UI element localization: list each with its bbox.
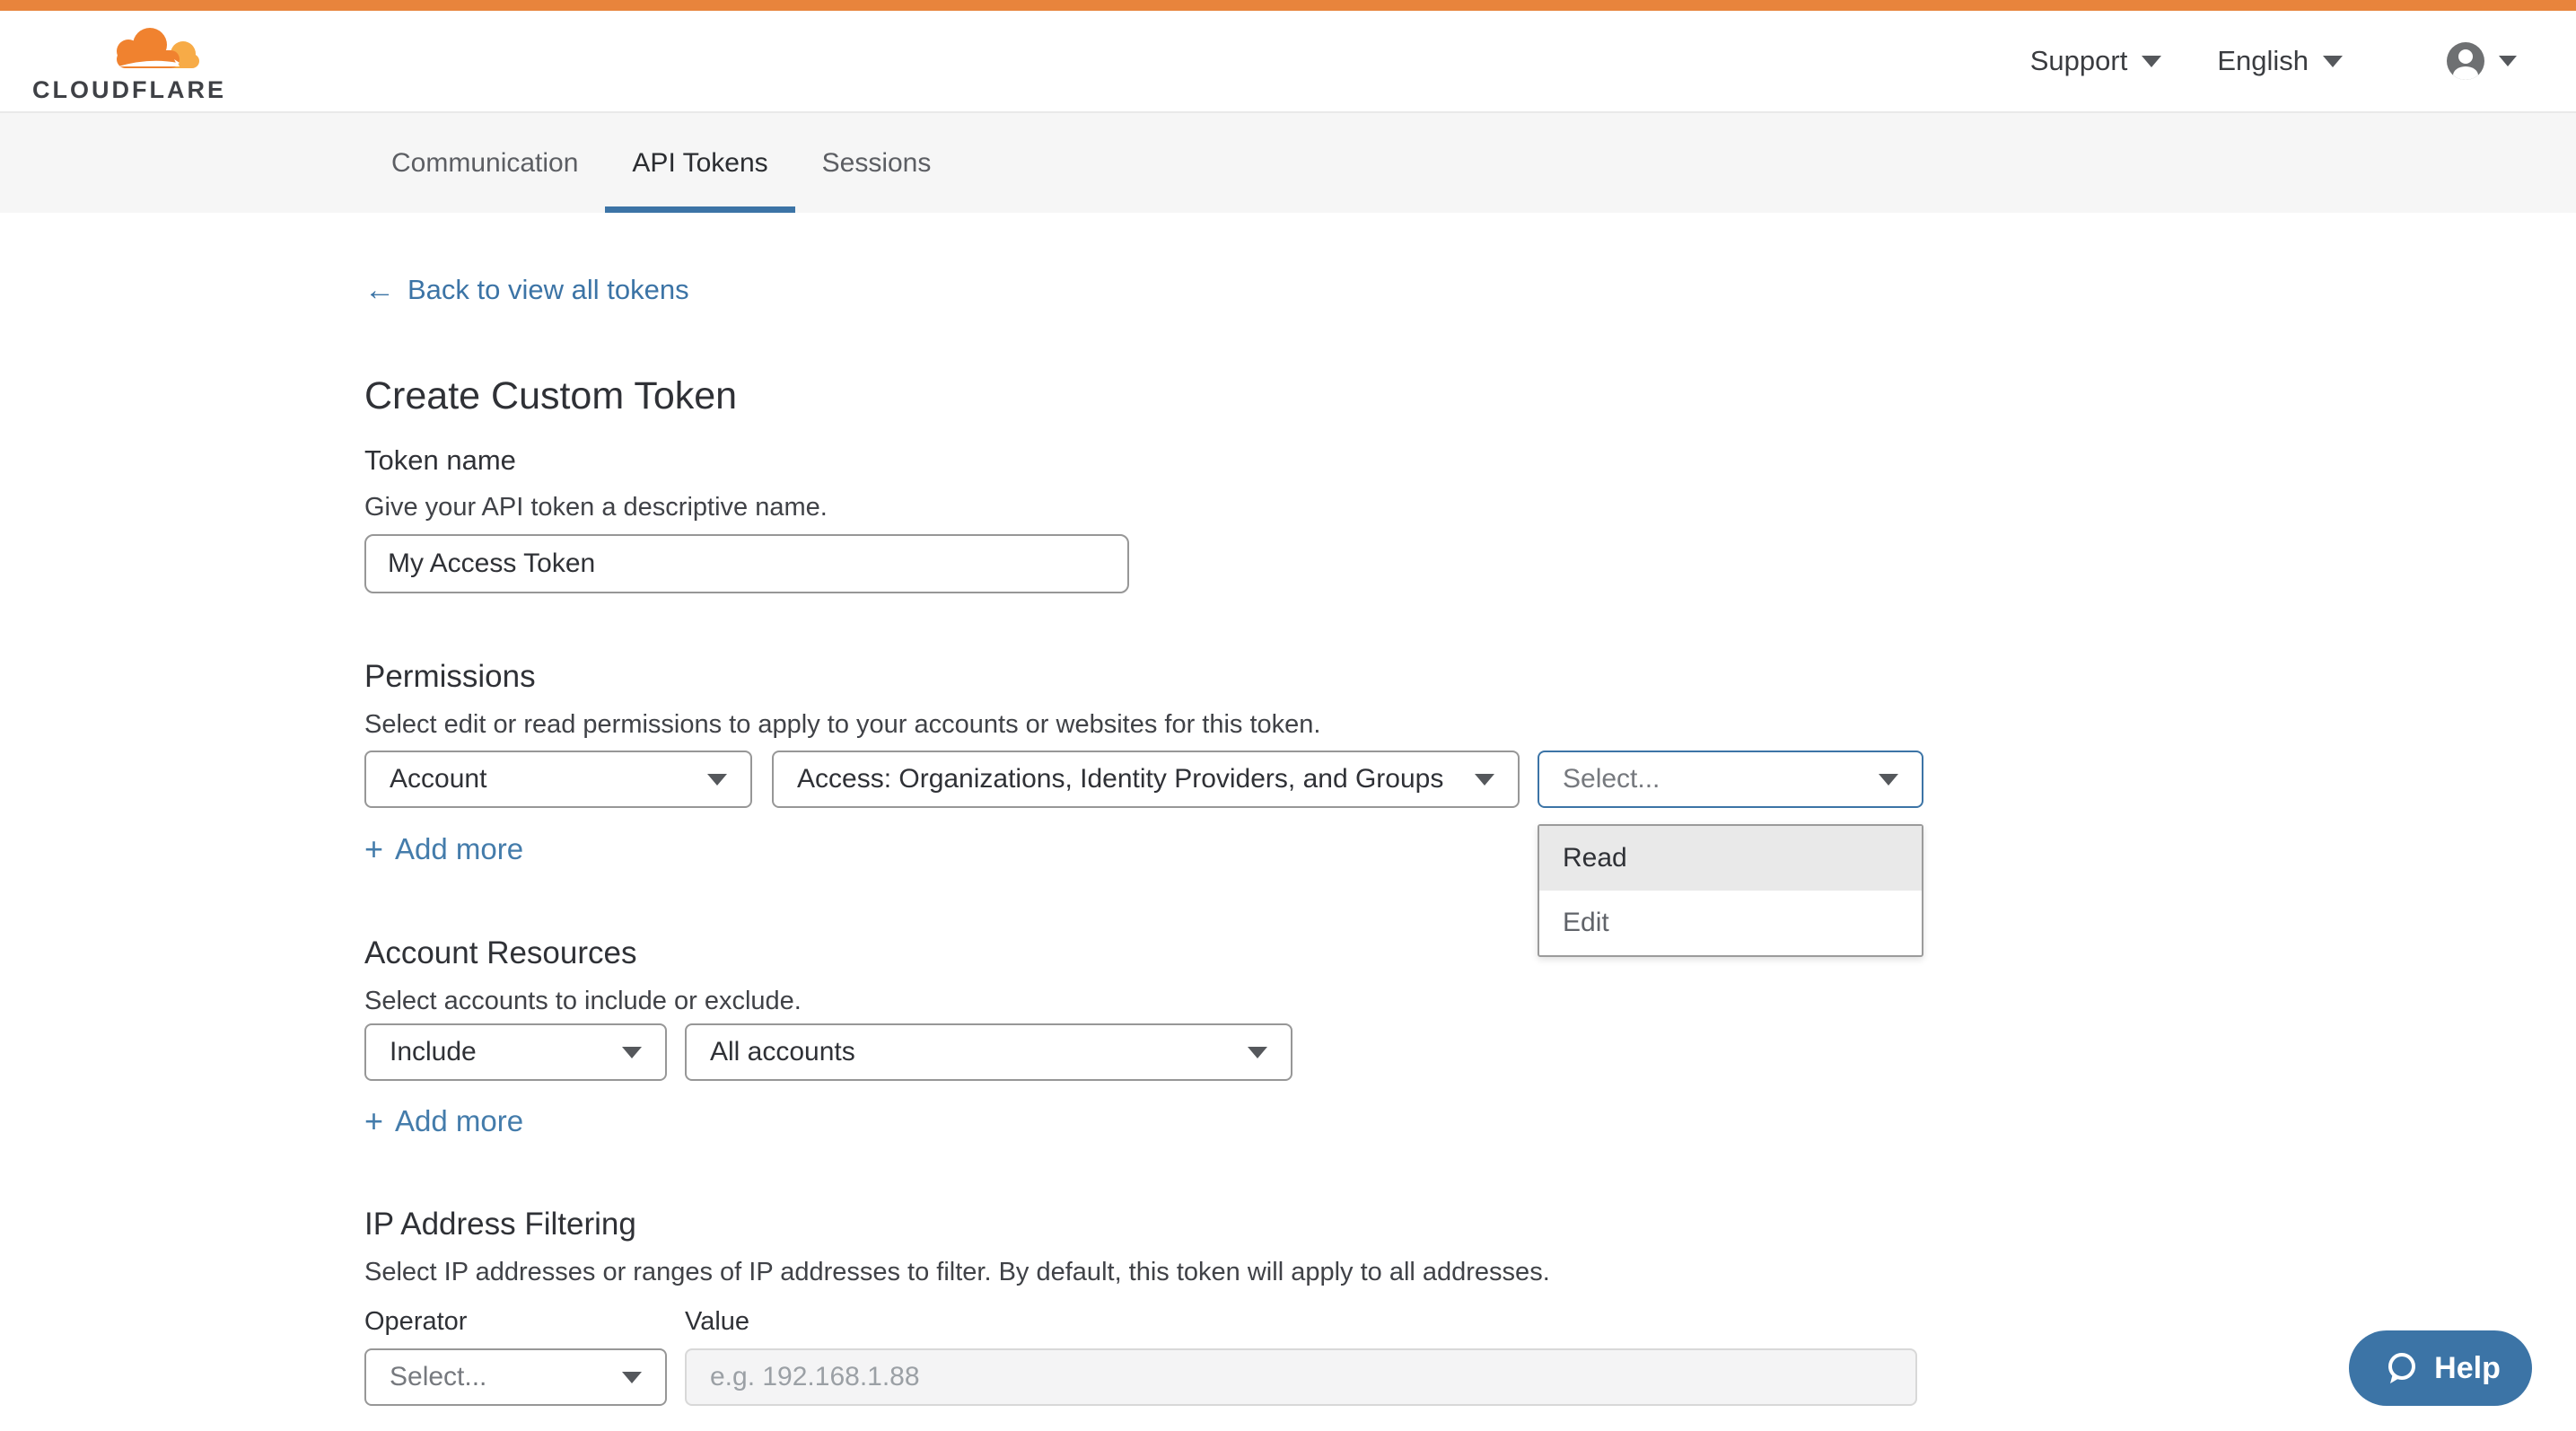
chevron-down-icon: [622, 1372, 642, 1383]
chevron-down-icon: [2142, 56, 2161, 67]
ip-value-input[interactable]: [685, 1348, 1917, 1406]
account-select-dropdown[interactable]: All accounts: [685, 1023, 1292, 1081]
permission-scope-value: Account: [390, 764, 486, 795]
chevron-down-icon: [1475, 774, 1494, 786]
header-right-nav: Support English: [2030, 11, 2517, 111]
value-label: Value: [685, 1307, 749, 1337]
permission-access-placeholder: Select...: [1563, 764, 1660, 795]
account-resources-heading: Account Resources: [364, 935, 636, 971]
chevron-down-icon: [2499, 56, 2517, 66]
permission-access-dropdown[interactable]: Select...: [1538, 751, 1923, 808]
account-resources-add-more-link[interactable]: + Add more: [364, 1104, 523, 1138]
help-button-label: Help: [2434, 1351, 2501, 1386]
tab-api-tokens[interactable]: API Tokens: [605, 113, 794, 213]
permission-scope-dropdown[interactable]: Account: [364, 751, 752, 808]
token-name-description: Give your API token a descriptive name.: [364, 493, 828, 522]
back-link-label: Back to view all tokens: [407, 274, 689, 306]
permissions-add-more-link[interactable]: + Add more: [364, 832, 523, 866]
main-content: ← Back to view all tokens Create Custom …: [0, 213, 2576, 1431]
tab-communication[interactable]: Communication: [364, 113, 605, 213]
header: CLOUDFLARE Support English: [0, 11, 2576, 111]
language-menu[interactable]: English: [2217, 45, 2343, 77]
language-label: English: [2217, 45, 2309, 77]
ip-filtering-description: Select IP addresses or ranges of IP addr…: [364, 1258, 1550, 1287]
plus-icon: +: [364, 833, 383, 865]
cloudflare-cloud-icon: [32, 27, 212, 79]
permission-resource-value: Access: Organizations, Identity Provider…: [797, 764, 1443, 795]
account-mode-value: Include: [390, 1037, 477, 1067]
back-to-tokens-link[interactable]: ← Back to view all tokens: [364, 274, 689, 306]
chevron-down-icon: [622, 1047, 642, 1058]
access-dropdown-menu: Read Edit: [1538, 824, 1923, 957]
chat-bubble-icon: [2380, 1348, 2422, 1389]
chevron-down-icon: [707, 774, 727, 786]
account-mode-dropdown[interactable]: Include: [364, 1023, 667, 1081]
user-avatar-icon: [2447, 42, 2484, 80]
permission-resource-dropdown[interactable]: Access: Organizations, Identity Provider…: [772, 751, 1520, 808]
menu-item-edit[interactable]: Edit: [1539, 891, 1922, 955]
cloudflare-logo[interactable]: CLOUDFLARE: [32, 27, 212, 104]
account-menu[interactable]: [2447, 42, 2517, 80]
tab-bar: Communication API Tokens Sessions: [0, 111, 2576, 213]
operator-placeholder: Select...: [390, 1362, 486, 1392]
token-name-heading: Token name: [364, 444, 516, 477]
ip-filtering-heading: IP Address Filtering: [364, 1207, 636, 1242]
support-menu[interactable]: Support: [2030, 45, 2162, 77]
top-orange-bar: [0, 0, 2576, 11]
permissions-heading: Permissions: [364, 659, 536, 695]
support-label: Support: [2030, 45, 2128, 77]
add-more-label: Add more: [395, 1104, 523, 1138]
account-select-value: All accounts: [710, 1037, 855, 1067]
tab-sessions[interactable]: Sessions: [795, 113, 959, 213]
page-title: Create Custom Token: [364, 374, 737, 418]
back-arrow-icon: ←: [364, 275, 395, 305]
chevron-down-icon: [1248, 1047, 1267, 1058]
permissions-description: Select edit or read permissions to apply…: [364, 710, 1320, 740]
menu-item-read[interactable]: Read: [1539, 826, 1922, 891]
cloudflare-wordmark: CLOUDFLARE: [32, 76, 226, 104]
add-more-label: Add more: [395, 832, 523, 866]
token-name-input[interactable]: [364, 534, 1129, 593]
account-resources-description: Select accounts to include or exclude.: [364, 987, 802, 1016]
plus-icon: +: [364, 1105, 383, 1137]
chevron-down-icon: [2323, 56, 2343, 67]
chevron-down-icon: [1879, 774, 1898, 786]
help-button[interactable]: Help: [2349, 1330, 2532, 1406]
operator-dropdown[interactable]: Select...: [364, 1348, 667, 1406]
operator-label: Operator: [364, 1307, 467, 1337]
